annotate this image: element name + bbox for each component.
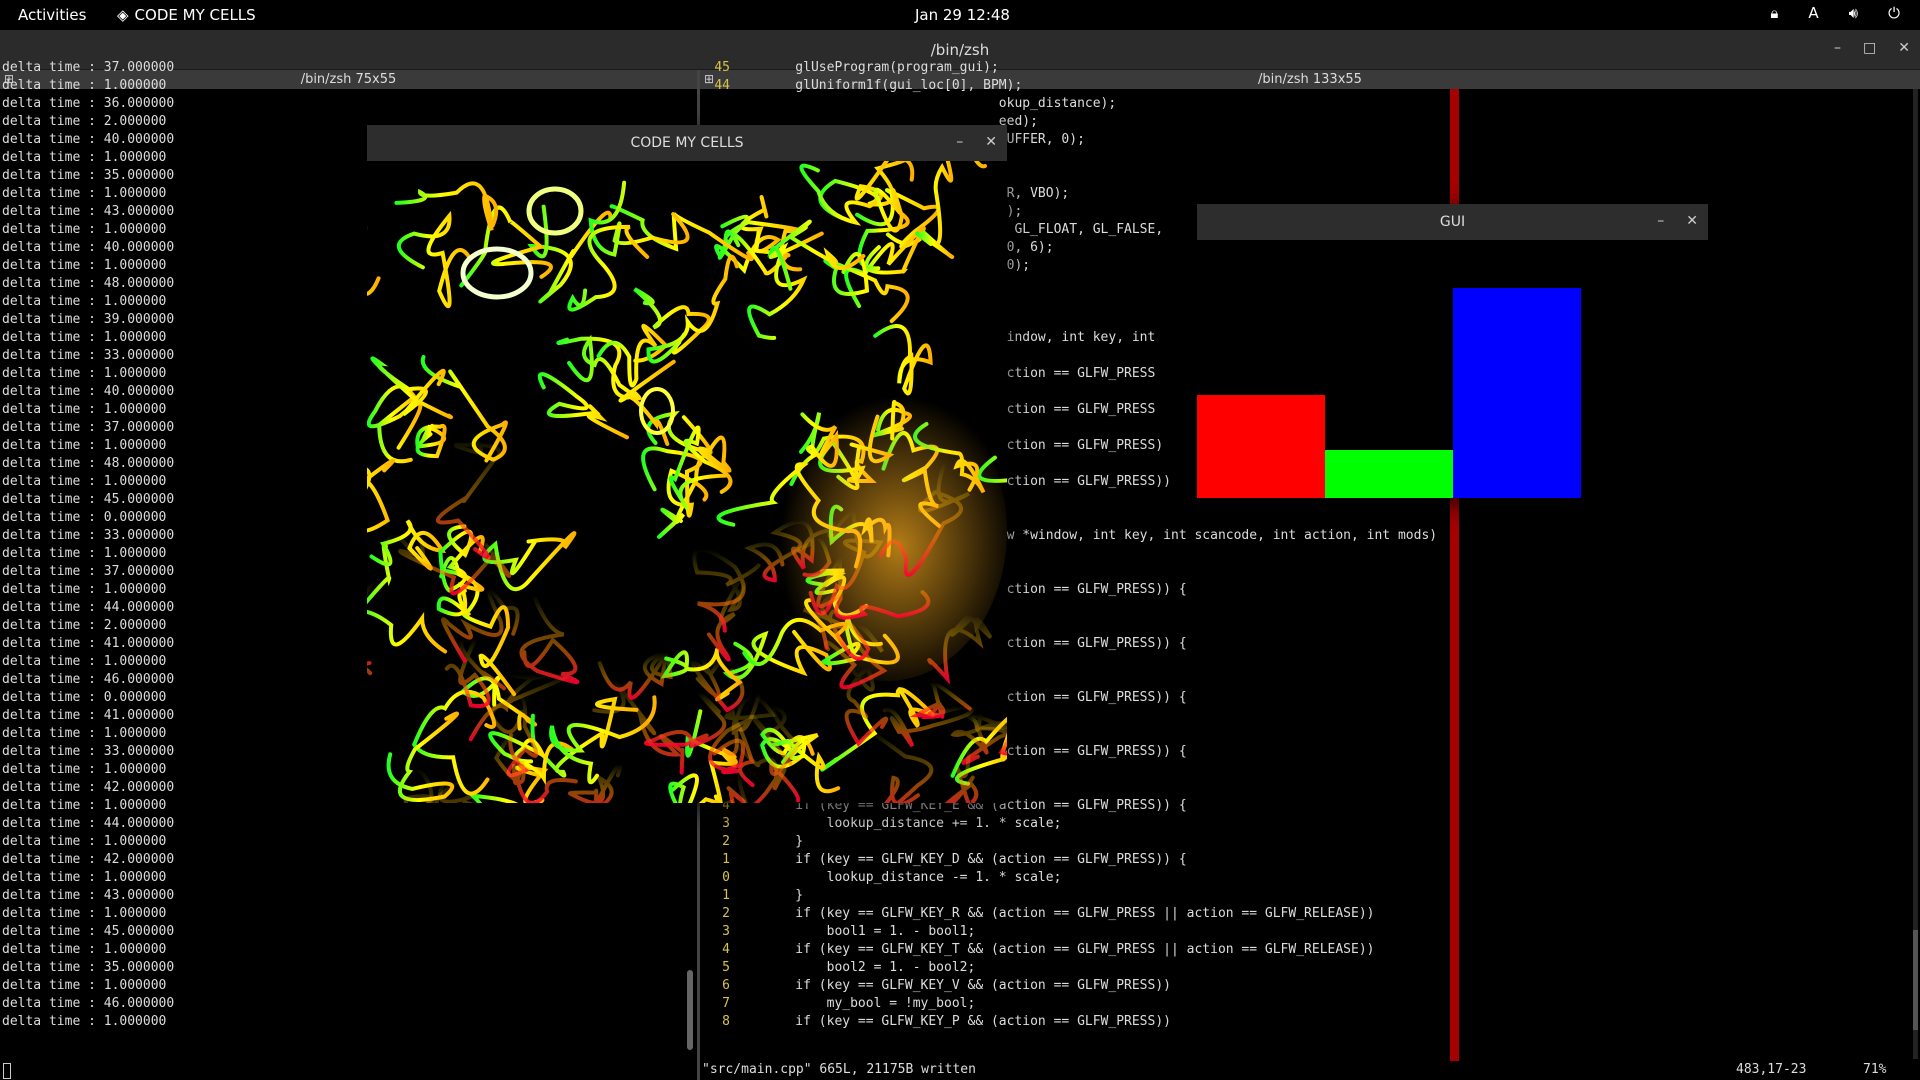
code-text: if (key == GLFW_KEY_D && (action == GLFW… [764,852,1187,867]
code-line: 1 } [700,887,803,905]
code-text: glUseProgram(program_gui); [764,60,999,75]
code-text: bool1 = 1. - bool1; [764,924,976,939]
code-text: okup_distance); [764,96,1117,111]
code-line: 2 } [700,833,803,851]
code-line: 4 if (key == GLFW_KEY_T && (action == GL… [700,941,1374,959]
cursor-position: 483,17-23 [1736,1062,1807,1077]
code-line: 3 bool1 = 1. - bool1; [700,923,975,941]
code-text: } [764,888,804,903]
cells-window-title: CODE MY CELLS [630,135,744,151]
gui-window[interactable]: GUI – ✕ [1197,204,1708,498]
terminal-output-line: delta time : 1.000000 [2,870,167,885]
code-text: lookup_distance -= 1. * scale; [764,870,1062,885]
line-number: 6 [722,978,730,993]
gui-bar-green [1325,450,1453,498]
code-line: 44 glUniform1f(gui_loc[0], BPM); [700,77,1022,95]
code-line: 45 glUseProgram(program_gui); [700,59,999,77]
lock-icon[interactable]: 🔒︎ [1770,4,1778,22]
line-number: 3 [722,924,730,939]
app-menu[interactable]: ◈ CODE MY CELLS [117,6,256,24]
code-line: 6 if (key == GLFW_KEY_V && (action == GL… [700,977,1171,995]
terminal-output-line: delta time : 1.000000 [2,978,167,993]
terminal-output-line: delta time : 36.000000 [2,96,175,111]
close-icon[interactable]: ✕ [985,134,997,150]
terminal-output-line: delta time : 44.000000 [2,816,175,831]
activities-button[interactable]: Activities [18,6,86,24]
vim-status-line: "src/main.cpp" 665L, 21175B written 483,… [700,1062,1920,1080]
code-text: if (key == GLFW_KEY_P && (action == GLFW… [764,1014,1171,1029]
maximize-icon[interactable]: □ [1863,40,1876,56]
terminal-output-line: delta time : 1.000000 [2,1014,167,1029]
code-text: lookup_distance += 1. * scale; [764,816,1062,831]
line-number: 1 [722,888,730,903]
code-text: if (key == GLFW_KEY_T && (action == GLFW… [764,942,1375,957]
gui-titlebar[interactable]: GUI – ✕ [1197,204,1708,240]
terminal-output-line: delta time : 1.000000 [2,906,167,921]
system-tray[interactable]: 🔒︎ A 🔊︎ ⏻ [1770,4,1900,22]
terminal-output-line: delta time : 1.000000 [2,834,167,849]
terminal-output-line: delta time : 42.000000 [2,852,175,867]
minimize-icon[interactable]: – [956,134,963,150]
cells-render-canvas[interactable] [367,161,1007,803]
gui-bar-blue [1453,288,1581,498]
terminal-cursor [3,1063,11,1079]
gui-bars-canvas[interactable] [1197,240,1708,498]
keyboard-layout-indicator[interactable]: A [1808,4,1818,22]
terminal-output-line: delta time : 35.000000 [2,960,175,975]
line-number: 8 [722,1014,730,1029]
code-text: } [764,834,804,849]
terminal-output-line: delta time : 46.000000 [2,996,175,1011]
left-scrollbar[interactable] [687,970,693,1050]
code-line: 2 if (key == GLFW_KEY_R && (action == GL… [700,905,1374,923]
right-scrollbar-thumb[interactable] [1913,930,1918,1030]
code-line: 3 lookup_distance += 1. * scale; [700,815,1061,833]
line-number: 1 [722,852,730,867]
code-text: if (key == GLFW_KEY_R && (action == GLFW… [764,906,1375,921]
code-line: 1 if (key == GLFW_KEY_D && (action == GL… [700,851,1187,869]
terminal-output-line: delta time : 45.000000 [2,924,175,939]
minimize-icon[interactable]: – [1834,40,1841,56]
app-menu-label: CODE MY CELLS [134,6,256,24]
line-number: 44 [714,78,730,93]
terminal-output-line: delta time : 1.000000 [2,78,167,93]
code-text: my_bool = !my_bool; [764,996,976,1011]
cells-titlebar[interactable]: CODE MY CELLS – ✕ [367,125,1007,161]
top-bar: Activities ◈ CODE MY CELLS Jan 29 12:48 … [0,0,1920,30]
power-icon[interactable]: ⏻ [1888,4,1900,22]
clock[interactable]: Jan 29 12:48 [915,6,1010,24]
code-text: glUniform1f(gui_loc[0], BPM); [764,78,1023,93]
code-line: okup_distance); [700,95,1116,113]
line-number: 0 [722,870,730,885]
minimize-icon[interactable]: – [1657,213,1664,229]
terminal-title: /bin/zsh [930,40,990,59]
line-number: 3 [722,816,730,831]
terminal-output-line: delta time : 1.000000 [2,942,167,957]
line-number: 2 [722,834,730,849]
volume-icon[interactable]: 🔊︎ [1849,4,1858,22]
terminal-output-line: delta time : 43.000000 [2,888,175,903]
code-line: 0 lookup_distance -= 1. * scale; [700,869,1061,887]
cells-window[interactable]: CODE MY CELLS – ✕ [367,125,1007,803]
status-message: "src/main.cpp" 665L, 21175B written [702,1062,976,1077]
close-icon[interactable]: ✕ [1686,213,1698,229]
line-number: 4 [722,942,730,957]
gui-window-title: GUI [1439,214,1466,230]
code-text: bool2 = 1. - bool2; [764,960,976,975]
close-icon[interactable]: ✕ [1898,40,1910,56]
line-number: 45 [714,60,730,75]
code-line: 5 bool2 = 1. - bool2; [700,959,975,977]
cells-render-image [367,161,1007,803]
line-number: 7 [722,996,730,1011]
gui-bar-red [1197,395,1325,498]
line-number: 2 [722,906,730,921]
terminal-output-line: delta time : 37.000000 [2,60,175,75]
scroll-percent: 71% [1863,1062,1887,1077]
code-text: if (key == GLFW_KEY_V && (action == GLFW… [764,978,1171,993]
code-line: 8 if (key == GLFW_KEY_P && (action == GL… [700,1013,1171,1031]
right-scrollbar-track[interactable] [1913,89,1918,1059]
line-number: 5 [722,960,730,975]
app-diamond-icon: ◈ [117,6,129,24]
code-line: 7 my_bool = !my_bool; [700,995,975,1013]
